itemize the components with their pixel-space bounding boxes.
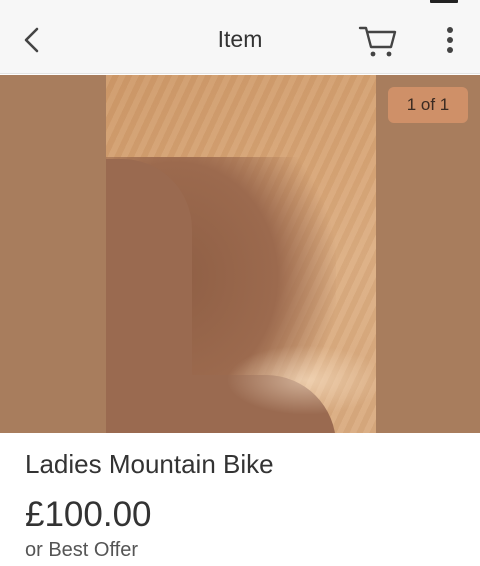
image-counter-badge: 1 of 1 xyxy=(388,87,468,123)
cart-icon xyxy=(358,26,397,57)
battery-icon xyxy=(430,0,458,3)
cart-button[interactable] xyxy=(356,20,400,62)
best-offer-label: or Best Offer xyxy=(25,539,139,561)
item-details: Ladies Mountain Bike £100.00 or Best Off… xyxy=(0,433,480,566)
image-gallery[interactable]: 1 of 1 xyxy=(0,75,480,433)
page-title: Item xyxy=(217,26,263,52)
more-vertical-icon xyxy=(447,27,453,53)
nav-bar: Item xyxy=(0,6,480,74)
more-options-button[interactable] xyxy=(436,22,464,58)
item-photo[interactable] xyxy=(106,75,376,433)
item-price: £100.00 xyxy=(25,495,152,534)
item-title: Ladies Mountain Bike xyxy=(25,449,274,479)
